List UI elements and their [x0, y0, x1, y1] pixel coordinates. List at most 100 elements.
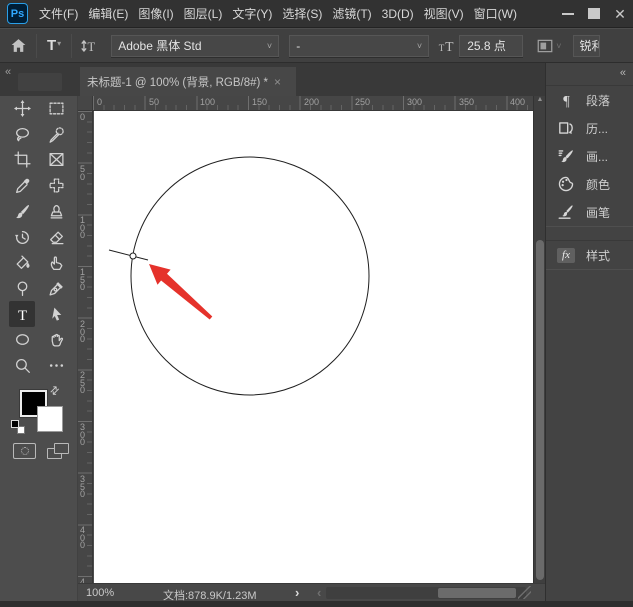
menu-f[interactable]: 文件(F): [34, 0, 83, 27]
panel-tab-[interactable]: ¶段落: [546, 86, 633, 114]
dodge-tool[interactable]: [9, 275, 35, 301]
status-bar: 100% 文档:878.9K/1.23M › ‹: [78, 583, 545, 601]
right-dock-panel: « ¶段落历...画...颜色画笔 fx样式: [545, 63, 633, 601]
panel-tab-[interactable]: 画...: [546, 142, 633, 170]
ellipse-tool[interactable]: [9, 326, 35, 352]
zoom-tool[interactable]: [9, 352, 35, 378]
chevron-down-icon: ˅: [417, 41, 422, 51]
document-tab-bar: « 未标题-1 @ 100% (背景, RGB/8#) * ×: [0, 63, 545, 96]
horizontal-scrollbar[interactable]: [326, 587, 526, 599]
frame-tool[interactable]: [43, 146, 69, 172]
panel-tab-[interactable]: fx样式: [546, 241, 633, 269]
maximize-button[interactable]: [581, 0, 607, 27]
ruler-label: 0: [97, 97, 102, 107]
swap-colors-icon[interactable]: ⇄: [47, 383, 63, 399]
tool-options-bar: T▾ T Adobe 黑体 Std ˅ - ˅ T T 25.8 点: [0, 29, 633, 63]
paragraph-icon: ¶: [557, 91, 575, 109]
font-size-input[interactable]: 25.8 点: [459, 35, 523, 57]
scroll-up-icon[interactable]: ▲: [535, 96, 545, 103]
quick-mask-button[interactable]: [13, 443, 36, 459]
document-canvas[interactable]: [94, 111, 533, 583]
window-bottom-edge: [0, 601, 633, 607]
menu-3dd[interactable]: 3D(D): [377, 0, 419, 27]
document-tab[interactable]: 未标题-1 @ 100% (背景, RGB/8#) * ×: [80, 67, 296, 96]
ruler-label: 250: [355, 97, 370, 107]
menu-l[interactable]: 图层(L): [179, 0, 228, 27]
lasso-tool[interactable]: [9, 121, 35, 147]
marquee-tool[interactable]: [43, 95, 69, 121]
vertical-ruler[interactable]: 05 01 0 01 5 02 0 02 5 03 0 03 5 04 0 04…: [78, 111, 93, 583]
gradient-tool[interactable]: [9, 249, 35, 275]
background-color-swatch[interactable]: [37, 406, 63, 432]
more-tools[interactable]: [43, 352, 69, 378]
status-menu-arrow-icon[interactable]: ›: [295, 585, 299, 600]
move-tool[interactable]: [9, 95, 35, 121]
panel-tab-[interactable]: 颜色: [546, 170, 633, 198]
brush-tool[interactable]: [9, 198, 35, 224]
pen-tool[interactable]: [43, 275, 69, 301]
smudge-tool[interactable]: [43, 249, 69, 275]
type-tool-preset-icon[interactable]: T▾: [47, 37, 61, 54]
menu-w[interactable]: 窗口(W): [469, 0, 522, 27]
quick-selection-tool[interactable]: [43, 121, 69, 147]
quick-mask-icon: [21, 447, 29, 455]
panel-tab-[interactable]: 历...: [546, 114, 633, 142]
svg-text:T: T: [17, 307, 26, 322]
ruler-label: 3 0 0: [80, 424, 85, 447]
text-orientation-icon[interactable]: T: [80, 37, 98, 55]
menu-e[interactable]: 编辑(E): [83, 0, 133, 27]
minimize-button[interactable]: [555, 0, 581, 27]
collapse-panels-icon[interactable]: «: [5, 66, 11, 78]
healing-brush-tool[interactable]: [43, 172, 69, 198]
path-anchor-point[interactable]: [130, 253, 136, 259]
photoshop-logo-icon: Ps: [7, 3, 28, 24]
chevron-down-icon: ˅: [267, 41, 272, 51]
zoom-level[interactable]: 100%: [86, 587, 114, 599]
expand-panels-icon[interactable]: «: [620, 67, 626, 79]
eraser-tool[interactable]: [43, 224, 69, 250]
vertical-scrollbar[interactable]: ▲: [533, 96, 545, 583]
ruler-label: 2 0 0: [80, 321, 85, 344]
screen-mode-button[interactable]: [47, 443, 69, 459]
panel-tab-label: 画笔: [586, 204, 610, 221]
panel-tab-[interactable]: 画笔: [546, 198, 633, 226]
antialias-select[interactable]: 锐利: [573, 35, 600, 57]
crop-tool[interactable]: [9, 146, 35, 172]
minimize-icon: [562, 13, 574, 15]
type-tool[interactable]: T: [9, 301, 35, 327]
resize-grip-icon[interactable]: [518, 586, 531, 599]
eyedropper-tool[interactable]: [9, 172, 35, 198]
font-family-select[interactable]: Adobe 黑体 Std ˅: [111, 35, 279, 57]
tab-close-icon[interactable]: ×: [274, 75, 281, 89]
brushes-icon: [557, 203, 575, 221]
ruler-corner[interactable]: [78, 96, 93, 111]
tools-panel: T ⇄: [0, 96, 78, 601]
type-cursor-baseline: [109, 250, 148, 260]
history-brush-tool[interactable]: [9, 224, 35, 250]
preview-box-icon[interactable]: [536, 37, 554, 55]
close-button[interactable]: ✕: [607, 0, 633, 27]
font-style-select[interactable]: - ˅: [289, 35, 429, 57]
horizontal-scrollbar-thumb[interactable]: [438, 588, 516, 598]
home-icon[interactable]: [10, 37, 27, 54]
close-icon: ✕: [614, 7, 626, 21]
font-size-value: 25.8 点: [467, 37, 506, 54]
scroll-left-icon[interactable]: ‹: [317, 585, 321, 600]
menu-v[interactable]: 视图(V): [419, 0, 469, 27]
horizontal-ruler[interactable]: 050100150200250300350400: [93, 96, 533, 111]
ruler-label: 4 0 0: [80, 527, 85, 550]
menu-i[interactable]: 图像(I): [133, 0, 178, 27]
path-selection-tool[interactable]: [43, 301, 69, 327]
menu-y[interactable]: 文字(Y): [227, 0, 277, 27]
menu-s[interactable]: 选择(S): [277, 0, 327, 27]
svg-text:T: T: [445, 39, 454, 54]
default-colors-icon[interactable]: [11, 420, 25, 434]
hand-tool[interactable]: [43, 326, 69, 352]
clone-stamp-tool[interactable]: [43, 198, 69, 224]
ruler-label: 200: [304, 97, 319, 107]
vertical-scrollbar-thumb[interactable]: [536, 240, 544, 580]
menu-t[interactable]: 滤镜(T): [327, 0, 376, 27]
panel-tab-label: 样式: [586, 247, 610, 264]
chevron-down-icon: ˅: [556, 41, 561, 51]
separator: [36, 34, 37, 58]
